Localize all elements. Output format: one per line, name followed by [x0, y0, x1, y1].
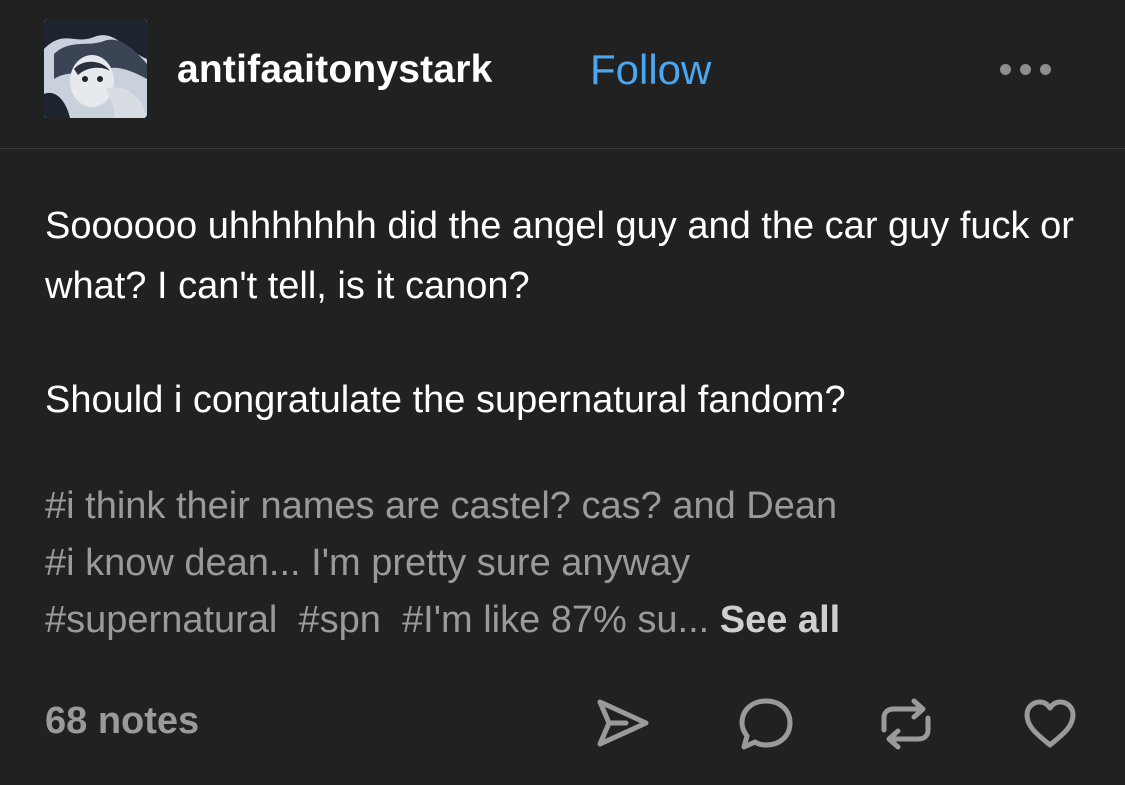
share-icon[interactable] — [592, 694, 652, 754]
post-text-paragraph-2: Should i congratulate the supernatural f… — [45, 379, 846, 421]
tags-section: #i think their names are castel? cas? an… — [45, 478, 1095, 649]
tumblr-post: antifaaitonystark Follow Soooooo uhhhhhh… — [0, 0, 1125, 785]
tag-line-2: #i know dean... I'm pretty sure anyway — [45, 535, 1095, 592]
reply-icon[interactable] — [736, 694, 796, 754]
reblog-icon[interactable] — [876, 694, 936, 754]
see-all-tags-link[interactable]: See all — [720, 599, 840, 641]
avatar[interactable] — [44, 19, 147, 118]
like-icon[interactable] — [1020, 694, 1080, 754]
tag[interactable]: #supernatural — [45, 599, 277, 641]
tag-line-1: #i think their names are castel? cas? an… — [45, 478, 1095, 535]
username-link[interactable]: antifaaitonystark — [177, 46, 493, 94]
post-text-paragraph-1: Soooooo uhhhhhhh did the angel guy and t… — [45, 205, 1074, 307]
notes-count[interactable]: 68 notes — [45, 696, 199, 746]
dot — [1000, 64, 1011, 75]
post-header: antifaaitonystark Follow — [0, 0, 1125, 149]
more-dots-icon[interactable] — [1000, 56, 1060, 84]
dot — [1040, 64, 1051, 75]
tag[interactable]: #I'm like 87% su... — [402, 599, 709, 641]
tag[interactable]: #i know dean... I'm pretty sure anyway — [45, 542, 690, 584]
dot — [1020, 64, 1031, 75]
tag[interactable]: #spn — [299, 599, 381, 641]
tag-line-3: #supernatural #spn #I'm like 87% su... S… — [45, 592, 1095, 649]
follow-button[interactable]: Follow — [590, 46, 711, 94]
tag[interactable]: #i think their names are castel? cas? an… — [45, 485, 837, 527]
